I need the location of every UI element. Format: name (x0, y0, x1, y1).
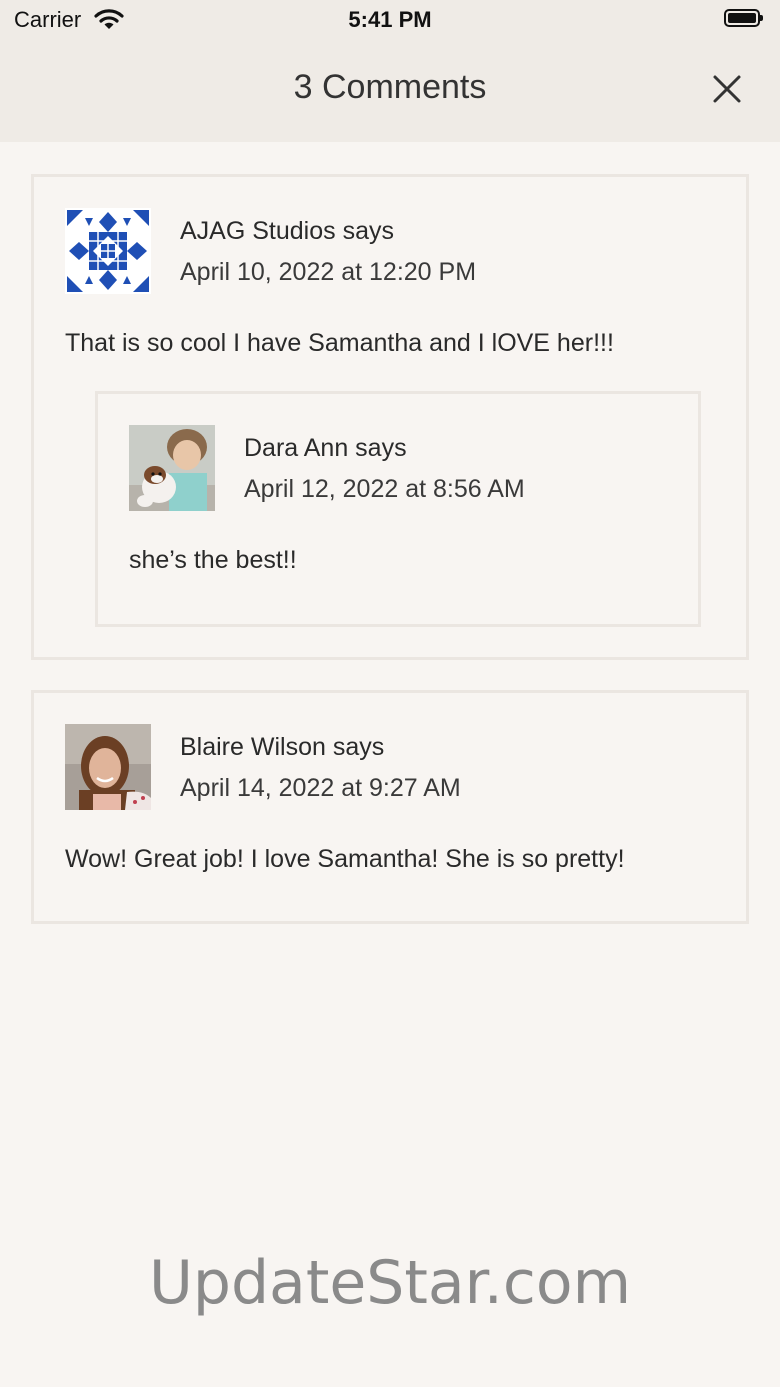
comment-card: AJAG Studios says April 10, 2022 at 12:2… (31, 174, 749, 660)
quilt-pattern-avatar (65, 208, 151, 294)
comment-author[interactable]: AJAG Studios says (180, 217, 394, 246)
comment-date[interactable]: April 14, 2022 at 9:27 AM (180, 774, 461, 803)
reply-card: Dara Ann says April 12, 2022 at 8:56 AM … (95, 391, 701, 627)
comment-author[interactable]: Blaire Wilson says (180, 733, 384, 762)
watermark: UpdateStar.com (148, 1248, 632, 1318)
comments-header: 3 Comments (0, 40, 780, 142)
comment-text: Wow! Great job! I love Samantha! She is … (65, 845, 625, 873)
comment-text: she’s the best!! (129, 546, 297, 574)
close-icon (713, 75, 741, 103)
status-bar: Carrier 5:41 PM (0, 0, 780, 40)
comment-text: That is so cool I have Samantha and I lO… (65, 329, 614, 357)
page-title: 3 Comments (293, 68, 487, 106)
clock: 5:41 PM (348, 7, 432, 32)
battery-icon (724, 9, 763, 27)
doll-photo-avatar (129, 425, 215, 511)
comment-date[interactable]: April 12, 2022 at 8:56 AM (244, 475, 525, 504)
girl-photo-avatar (65, 724, 151, 810)
comment-date[interactable]: April 10, 2022 at 12:20 PM (180, 258, 476, 287)
comment-author[interactable]: Dara Ann says (244, 434, 407, 463)
close-button[interactable] (706, 68, 748, 110)
comment-card: Blaire Wilson says April 14, 2022 at 9:2… (31, 690, 749, 924)
